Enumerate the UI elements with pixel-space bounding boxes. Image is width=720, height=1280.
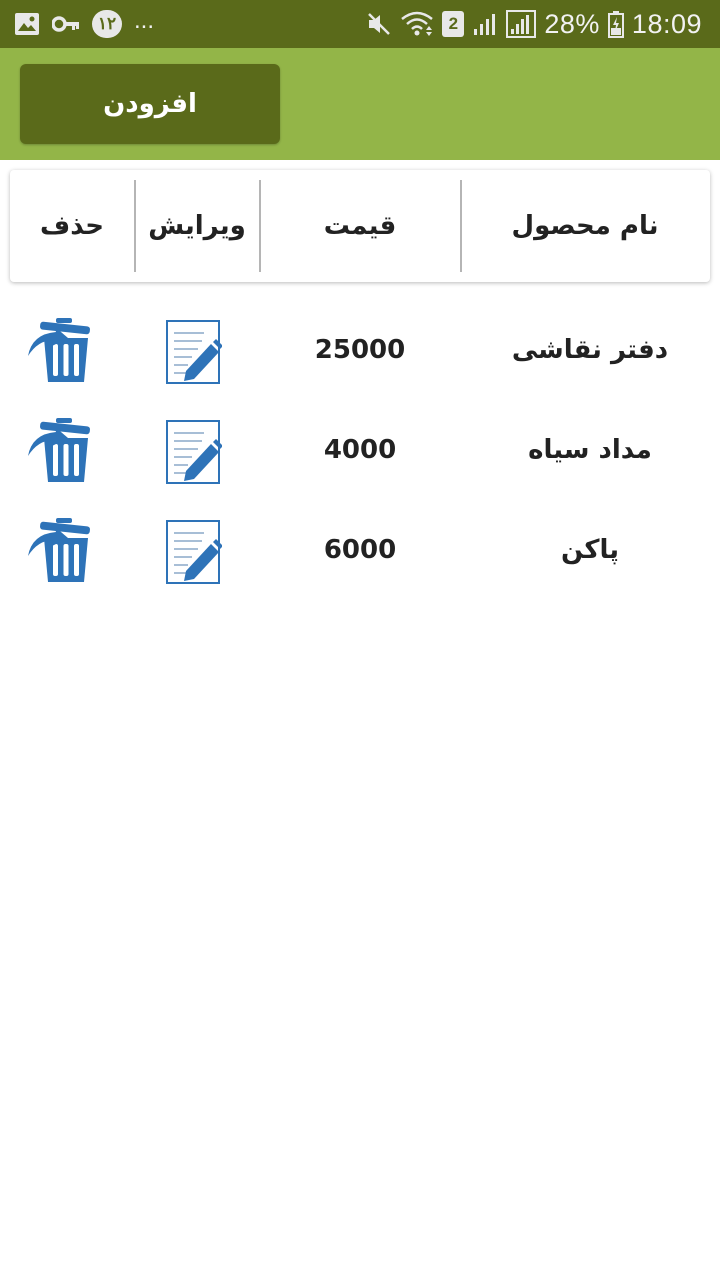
trash-icon (28, 318, 90, 382)
clock: 18:09 (631, 8, 702, 39)
edit-icon (166, 320, 222, 384)
header-price: قیمت (323, 211, 397, 241)
delete-button[interactable] (26, 316, 96, 386)
overflow-indicator: ... (134, 7, 155, 34)
product-price: 6000 (323, 535, 397, 565)
header-product-name: نام محصول (511, 211, 659, 241)
edit-icon (166, 420, 222, 484)
header-delete: حذف (40, 211, 104, 241)
delete-button[interactable] (26, 516, 96, 586)
signal-icon-2 (506, 10, 537, 38)
status-bar-right: 2 28% 18:09 (366, 6, 702, 42)
delete-button[interactable] (26, 416, 96, 486)
signal-icon-1 (472, 11, 498, 37)
edit-button[interactable] (162, 419, 224, 485)
toolbar: افزودن (0, 48, 720, 160)
edit-button[interactable] (162, 519, 224, 585)
battery-percent: 28% (544, 8, 600, 39)
status-bar: ۱۲ ... 2 28% 18:09 (0, 0, 720, 48)
product-name: دفتر نقاشی (511, 335, 669, 365)
table-row: پاکن 6000 (0, 500, 720, 600)
header-divider (134, 180, 136, 272)
header-edit: ویرایش (148, 211, 246, 241)
table-header: نام محصول قیمت ویرایش حذف (10, 170, 710, 282)
wifi-icon (400, 10, 434, 38)
trash-icon (28, 518, 90, 582)
sim-badge: 2 (442, 11, 465, 37)
image-icon (14, 12, 40, 36)
battery-icon (607, 10, 624, 38)
product-name: پاکن (560, 535, 620, 565)
key-icon (52, 15, 80, 33)
header-divider (460, 180, 462, 272)
edit-button[interactable] (162, 319, 224, 385)
header-divider (259, 180, 261, 272)
table-row: مداد سیاه 4000 (0, 400, 720, 500)
status-bar-left: ۱۲ ... (14, 6, 154, 42)
trash-icon (28, 418, 90, 482)
mute-icon (366, 11, 392, 37)
product-price: 4000 (323, 435, 397, 465)
notification-badge: ۱۲ (92, 10, 122, 38)
edit-icon (166, 520, 222, 584)
table-row: دفتر نقاشی 25000 (0, 300, 720, 400)
product-name: مداد سیاه (528, 435, 652, 465)
add-button[interactable]: افزودن (20, 64, 280, 144)
product-price: 25000 (314, 335, 406, 365)
